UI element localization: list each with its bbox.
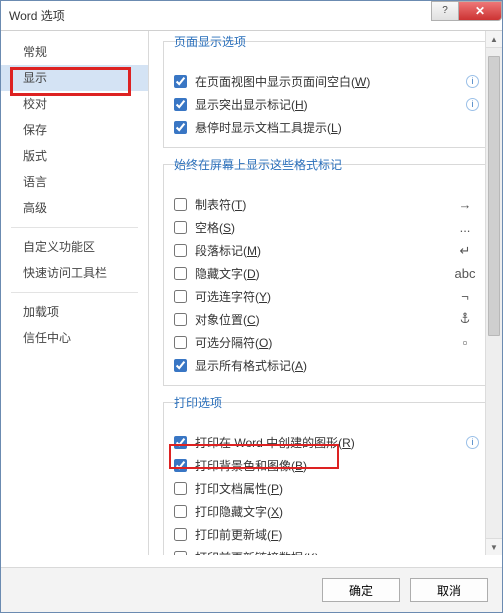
format-marks-symbol-6: ▫ bbox=[451, 335, 479, 350]
print-checkbox-3[interactable] bbox=[174, 505, 187, 518]
print-row-0: 打印在 Word 中创建的图形(R) i bbox=[174, 431, 479, 454]
ok-button[interactable]: 确定 bbox=[322, 578, 400, 602]
format-marks-symbol-2: ↵ bbox=[451, 243, 479, 259]
print-label-2: 打印文档属性(P) bbox=[195, 480, 479, 497]
format-marks-row-5: 对象位置(C) bbox=[174, 308, 479, 331]
scroll-down-button[interactable]: ▼ bbox=[486, 538, 502, 555]
sidebar-item-2[interactable]: 校对 bbox=[1, 91, 148, 117]
sidebar-item-6[interactable]: 高级 bbox=[1, 195, 148, 221]
format-marks-row-1: 空格(S)... bbox=[174, 216, 479, 239]
format-marks-symbol-4: ¬ bbox=[451, 289, 479, 304]
window-title: Word 选项 bbox=[9, 7, 432, 24]
info-icon[interactable]: i bbox=[466, 75, 479, 88]
format-marks-label-5: 对象位置(C) bbox=[195, 311, 451, 328]
format-marks-label-3: 隐藏文字(D) bbox=[195, 265, 451, 282]
sidebar-item-5[interactable]: 语言 bbox=[1, 169, 148, 195]
page-display-label-1: 显示突出显示标记(H) bbox=[195, 96, 462, 113]
print-label-4: 打印前更新域(F) bbox=[195, 526, 479, 543]
sidebar-separator bbox=[11, 292, 138, 293]
sidebar-separator bbox=[11, 227, 138, 228]
help-button[interactable]: ? bbox=[431, 1, 459, 21]
print-label-5: 打印前更新链接数据(K) bbox=[195, 549, 479, 555]
format-marks-section: 始终在屏幕上显示这些格式标记制表符(T)→空格(S)...段落标记(M)↵隐藏文… bbox=[163, 164, 490, 386]
print-checkbox-2[interactable] bbox=[174, 482, 187, 495]
info-icon[interactable]: i bbox=[466, 98, 479, 111]
sidebar-item-8[interactable]: 快速访问工具栏 bbox=[1, 260, 148, 286]
format-marks-symbol-1: ... bbox=[451, 220, 479, 235]
page-display-checkbox-0[interactable] bbox=[174, 75, 187, 88]
scroll-thumb[interactable] bbox=[488, 56, 500, 336]
format-marks-checkbox-7[interactable] bbox=[174, 359, 187, 372]
sidebar-item-0[interactable]: 常规 bbox=[1, 39, 148, 65]
page-display-row-1: 显示突出显示标记(H) i bbox=[174, 93, 479, 116]
page-display-row-2: 悬停时显示文档工具提示(L) bbox=[174, 116, 479, 139]
format-marks-label-4: 可选连字符(Y) bbox=[195, 288, 451, 305]
format-marks-label-0: 制表符(T) bbox=[195, 196, 451, 213]
scroll-up-button[interactable]: ▲ bbox=[486, 31, 502, 48]
sidebar-item-4[interactable]: 版式 bbox=[1, 143, 148, 169]
sidebar-item-9[interactable]: 加载项 bbox=[1, 299, 148, 325]
dialog-footer: 确定 取消 bbox=[1, 567, 502, 612]
format-marks-checkbox-3[interactable] bbox=[174, 267, 187, 280]
format-marks-symbol-0: → bbox=[451, 197, 479, 212]
format-marks-label-6: 可选分隔符(O) bbox=[195, 334, 451, 351]
print-checkbox-4[interactable] bbox=[174, 528, 187, 541]
content-pane: 页面显示选项在页面视图中显示页面间空白(W)i显示突出显示标记(H)i悬停时显示… bbox=[149, 31, 502, 555]
print-row-4: 打印前更新域(F) bbox=[174, 523, 479, 546]
print-row-5: 打印前更新链接数据(K) bbox=[174, 546, 479, 555]
print-label-0: 打印在 Word 中创建的图形(R) bbox=[195, 434, 462, 451]
sidebar-item-10[interactable]: 信任中心 bbox=[1, 325, 148, 351]
dialog-body: 常规显示校对保存版式语言高级自定义功能区快速访问工具栏加载项信任中心 页面显示选… bbox=[1, 31, 502, 555]
page-display-label-2: 悬停时显示文档工具提示(L) bbox=[195, 119, 479, 136]
format-marks-row-3: 隐藏文字(D)abc bbox=[174, 262, 479, 285]
format-marks-row-7: 显示所有格式标记(A) bbox=[174, 354, 479, 377]
format-marks-label-7: 显示所有格式标记(A) bbox=[195, 357, 479, 374]
print-row-3: 打印隐藏文字(X) bbox=[174, 500, 479, 523]
print-checkbox-5[interactable] bbox=[174, 551, 187, 555]
sidebar-item-3[interactable]: 保存 bbox=[1, 117, 148, 143]
sidebar: 常规显示校对保存版式语言高级自定义功能区快速访问工具栏加载项信任中心 bbox=[1, 31, 149, 555]
format-marks-row-0: 制表符(T)→ bbox=[174, 193, 479, 216]
page-display-checkbox-2[interactable] bbox=[174, 121, 187, 134]
print-label-3: 打印隐藏文字(X) bbox=[195, 503, 479, 520]
format-marks-symbol-3: abc bbox=[451, 266, 479, 281]
format-marks-checkbox-5[interactable] bbox=[174, 313, 187, 326]
info-icon[interactable]: i bbox=[466, 436, 479, 449]
format-marks-checkbox-6[interactable] bbox=[174, 336, 187, 349]
format-marks-label-2: 段落标记(M) bbox=[195, 242, 451, 259]
titlebar: Word 选项 ? ✕ bbox=[1, 1, 502, 31]
page-display-row-0: 在页面视图中显示页面间空白(W) i bbox=[174, 70, 479, 93]
format-marks-checkbox-4[interactable] bbox=[174, 290, 187, 303]
print-label-1: 打印背景色和图像(B) bbox=[195, 457, 479, 474]
format-marks-label-1: 空格(S) bbox=[195, 219, 451, 236]
format-marks-checkbox-0[interactable] bbox=[174, 198, 187, 211]
sidebar-item-1[interactable]: 显示 bbox=[1, 65, 148, 91]
close-button[interactable]: ✕ bbox=[458, 1, 502, 21]
print-row-1: 打印背景色和图像(B) bbox=[174, 454, 479, 477]
page-display-section: 页面显示选项在页面视图中显示页面间空白(W)i显示突出显示标记(H)i悬停时显示… bbox=[163, 41, 490, 148]
titlebar-buttons: ? ✕ bbox=[432, 1, 502, 23]
format-marks-row-2: 段落标记(M)↵ bbox=[174, 239, 479, 262]
cancel-button[interactable]: 取消 bbox=[410, 578, 488, 602]
format-marks-checkbox-2[interactable] bbox=[174, 244, 187, 257]
format-marks-symbol-5 bbox=[451, 312, 479, 327]
format-marks-checkbox-1[interactable] bbox=[174, 221, 187, 234]
page-display-label-0: 在页面视图中显示页面间空白(W) bbox=[195, 73, 462, 90]
format-marks-row-6: 可选分隔符(O)▫ bbox=[174, 331, 479, 354]
options-dialog: Word 选项 ? ✕ 常规显示校对保存版式语言高级自定义功能区快速访问工具栏加… bbox=[0, 0, 503, 613]
page-display-checkbox-1[interactable] bbox=[174, 98, 187, 111]
print-checkbox-0[interactable] bbox=[174, 436, 187, 449]
scrollbar[interactable]: ▲ ▼ bbox=[485, 31, 502, 555]
sidebar-item-7[interactable]: 自定义功能区 bbox=[1, 234, 148, 260]
print-checkbox-1[interactable] bbox=[174, 459, 187, 472]
format-marks-row-4: 可选连字符(Y)¬ bbox=[174, 285, 479, 308]
print-row-2: 打印文档属性(P) bbox=[174, 477, 479, 500]
print-section: 打印选项打印在 Word 中创建的图形(R)i打印背景色和图像(B)打印文档属性… bbox=[163, 402, 490, 555]
